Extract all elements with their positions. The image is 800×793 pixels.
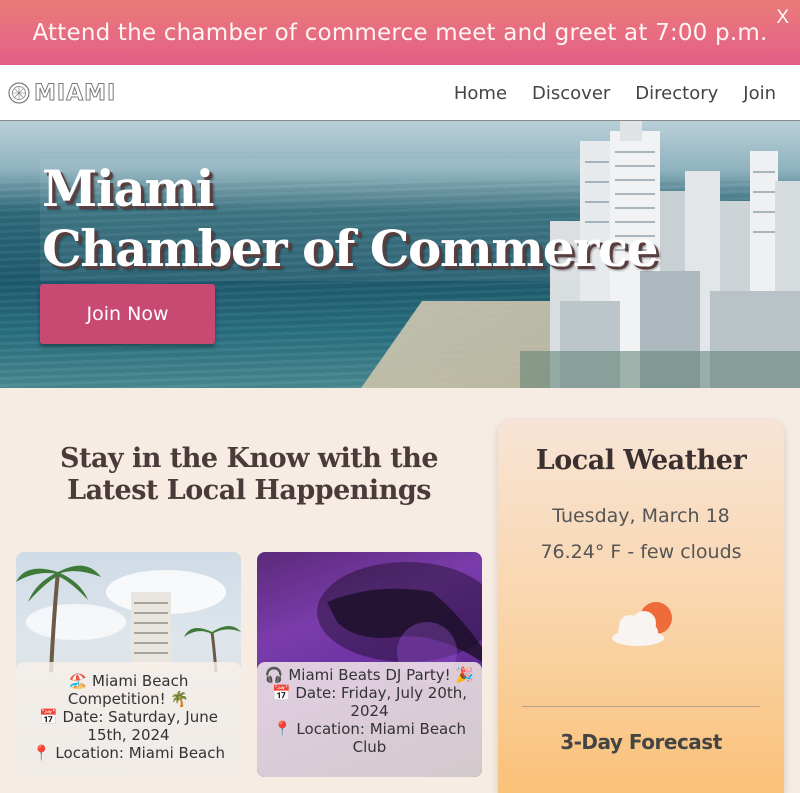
announcement-text: Attend the chamber of commerce meet and …	[32, 19, 768, 46]
event-date: 📅 Date: Saturday, June 15th, 2024	[39, 708, 218, 744]
logo-text: MIAMI	[33, 80, 117, 106]
nav-link-discover[interactable]: Discover	[532, 83, 610, 104]
join-now-button[interactable]: Join Now	[40, 284, 215, 344]
top-navigation: MIAMI Home Discover Directory Join	[0, 65, 800, 121]
nav-link-directory[interactable]: Directory	[635, 83, 718, 104]
few-clouds-icon	[612, 602, 672, 646]
event-card[interactable]: 🎧 Miami Beats DJ Party! 🎉 📅 Date: Friday…	[257, 552, 482, 777]
event-caption: 🏖️ Miami Beach Competition! 🌴 📅 Date: Sa…	[16, 662, 241, 777]
nav-links: Home Discover Directory Join	[454, 65, 776, 121]
hero-title: Miami Chamber of Commerce	[42, 159, 659, 279]
event-location: 📍 Location: Miami Beach	[31, 744, 226, 762]
seal-icon	[8, 82, 30, 104]
hero-section: Miami Chamber of Commerce Join Now	[0, 121, 800, 388]
nav-link-join[interactable]: Join	[743, 83, 776, 104]
happenings-heading: Stay in the Know with the Latest Local H…	[59, 443, 439, 506]
event-name: 🏖️ Miami Beach Competition! 🌴	[67, 672, 190, 708]
weather-divider	[522, 706, 760, 707]
event-name: 🎧 Miami Beats DJ Party! 🎉	[264, 666, 475, 684]
weather-temperature: 76.24° F - few clouds	[540, 541, 742, 563]
announcement-banner: Attend the chamber of commerce meet and …	[0, 0, 800, 65]
event-date: 📅 Date: Friday, July 20th, 2024	[271, 684, 468, 720]
close-banner-button[interactable]: X	[776, 7, 789, 29]
event-location: 📍 Location: Miami Beach Club	[272, 720, 467, 756]
hero-title-line-2: Chamber of Commerce	[42, 219, 659, 278]
event-card[interactable]: 🏖️ Miami Beach Competition! 🌴 📅 Date: Sa…	[16, 552, 241, 777]
site-logo[interactable]: MIAMI	[8, 80, 116, 106]
weather-date: Tuesday, March 18	[552, 505, 730, 527]
forecast-heading: 3-Day Forecast	[560, 730, 722, 754]
event-caption: 🎧 Miami Beats DJ Party! 🎉 📅 Date: Friday…	[257, 662, 482, 777]
weather-title: Local Weather	[535, 445, 747, 476]
hero-title-line-1: Miami	[42, 159, 215, 218]
nav-link-home[interactable]: Home	[454, 83, 507, 104]
weather-widget: Local Weather Tuesday, March 18 76.24° F…	[498, 420, 784, 793]
